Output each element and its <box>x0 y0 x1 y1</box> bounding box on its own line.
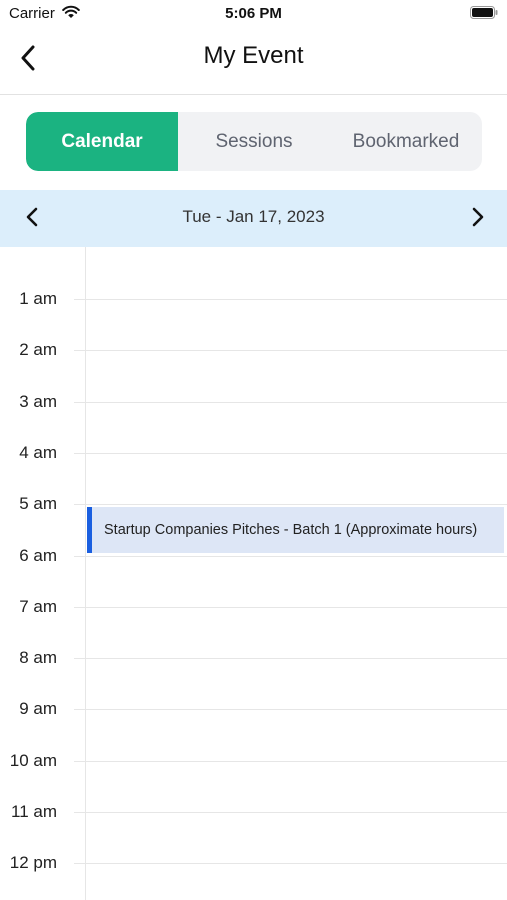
time-column-divider <box>85 247 86 900</box>
hour-label: 11 am <box>11 802 57 821</box>
battery-icon <box>470 6 498 19</box>
hour-gridline <box>74 504 507 506</box>
hour-row: 5 am <box>0 494 507 513</box>
hour-label: 8 am <box>19 648 57 668</box>
day-calendar[interactable]: 1 am 2 am 3 am 4 am 5 am 6 am 7 am 8 am 9 am 10 a… <box>0 247 507 900</box>
hour-row: 7 am <box>0 597 507 616</box>
hour-row: 11 am <box>0 802 507 821</box>
hour-row: 1 am <box>0 289 507 308</box>
hour-gridline <box>74 555 507 557</box>
hour-label: 12 pm <box>9 853 57 873</box>
hour-gridline <box>74 812 507 813</box>
hour-gridline <box>74 401 507 403</box>
hour-row: 2 am <box>0 340 507 359</box>
page-title: My Event <box>203 42 304 69</box>
hour-label: 9 am <box>19 699 57 719</box>
hour-label: 7 am <box>19 596 57 616</box>
status-time: 5:06 PM <box>225 5 282 22</box>
hour-row: 12 pm <box>0 853 507 872</box>
hour-gridline <box>74 863 507 865</box>
date-navigator: Tue - Jan 17, 2023 <box>0 190 507 247</box>
hour-row: 8 am <box>0 648 507 667</box>
calendar-event[interactable]: Startup Companies Pitches - Batch 1 (App… <box>87 507 504 554</box>
hour-gridline <box>74 709 507 711</box>
hour-label: 5 am <box>19 494 57 514</box>
hour-label: 2 am <box>19 340 57 360</box>
tab-calendar[interactable]: Calendar <box>26 112 178 171</box>
hour-gridline <box>74 606 507 608</box>
chevron-right-icon <box>472 207 484 232</box>
next-day-button[interactable] <box>463 204 493 234</box>
hour-row: 10 am <box>0 751 507 770</box>
hour-label: 3 am <box>19 391 57 411</box>
hour-row: 4 am <box>0 443 507 462</box>
hour-label: 4 am <box>19 442 57 462</box>
hour-row: 6 am <box>0 546 507 565</box>
hour-gridline <box>74 658 507 660</box>
hour-label: 6 am <box>19 545 57 565</box>
current-date: Tue - Jan 17, 2023 <box>182 207 325 226</box>
hour-row: 9 am <box>0 699 507 718</box>
status-bar: Carrier 5:06 PM <box>0 0 507 28</box>
hour-gridline <box>74 350 507 352</box>
nav-bar: My Event <box>0 28 507 95</box>
view-tabs: Calendar Sessions Bookmarked <box>26 112 482 171</box>
hour-label: 10 am <box>9 750 57 770</box>
hour-gridline <box>74 299 507 300</box>
hour-gridline <box>74 760 507 762</box>
tab-sessions[interactable]: Sessions <box>178 112 330 171</box>
event-title: Startup Companies Pitches - Batch 1 (App… <box>104 522 478 539</box>
hour-row: 3 am <box>0 392 507 411</box>
tab-bookmarked[interactable]: Bookmarked <box>330 112 482 171</box>
hour-gridline <box>74 452 507 454</box>
hour-label: 1 am <box>19 289 57 308</box>
